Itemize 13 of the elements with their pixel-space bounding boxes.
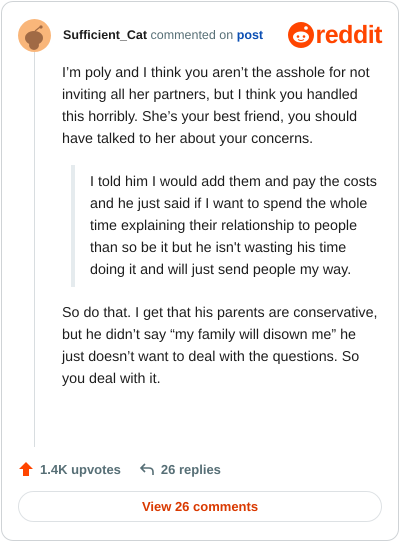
quoted-text: I told him I would add them and pay the costs and he just said if I want to spend the whole time explaining their relationship to people than so be it but he isn't wasting his time doing it and will just send people my way. <box>90 173 378 280</box>
upvote-arrow-icon[interactable] <box>18 461 34 477</box>
avatar <box>18 18 51 52</box>
reply-count: 26 replies <box>160 462 221 476</box>
comment-paragraph: So do that. I get that his parents are conservative, but he didn’t say “my family will disown me” he just doesn’t want to deal with the questions. So you deal with it. <box>62 304 379 389</box>
alien-logo-icon <box>288 22 314 48</box>
upvote-count: 1.4K upvotes <box>40 462 121 476</box>
view-comments-button[interactable]: View 26 comments <box>18 491 382 522</box>
comment-paragraph: I’m poly and I think you aren’t the asshole for not inviting all her partners, but I think you handled this horribly. She’s your best friend, you should have talked to her about your concerns. <box>62 64 371 149</box>
reply-arrow-icon[interactable] <box>138 461 155 477</box>
brand-wordmark: reddit <box>316 22 382 48</box>
comment-byline: Sufficient_Cat commented on post <box>63 28 264 42</box>
post-link[interactable]: post <box>236 28 264 42</box>
